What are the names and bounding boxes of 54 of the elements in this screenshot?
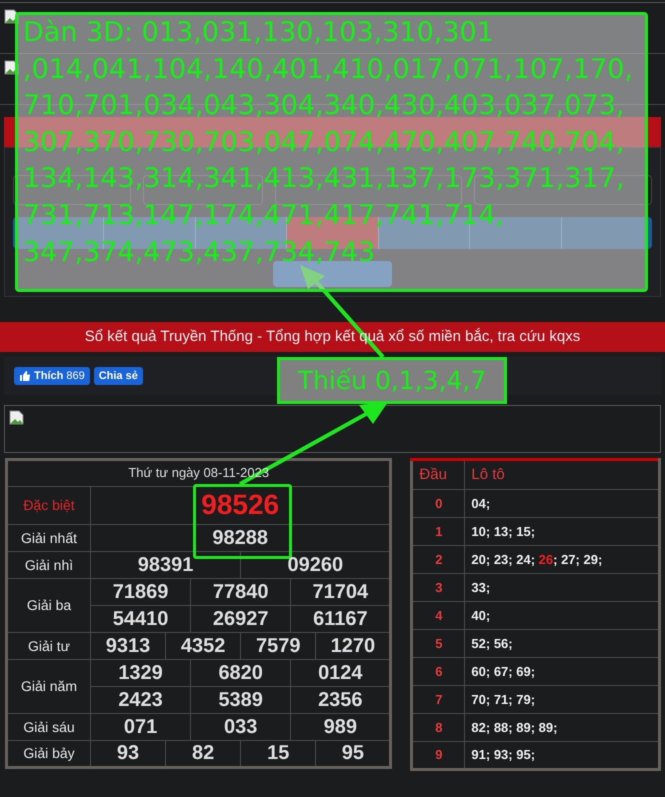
broken-image-icon bbox=[4, 9, 20, 25]
prize-number: 71869 bbox=[112, 580, 168, 602]
like-button[interactable]: Thích 869 bbox=[14, 367, 90, 385]
prize-number: 2356 bbox=[318, 688, 363, 710]
thumbs-up-icon bbox=[19, 370, 31, 382]
row-head: 4 bbox=[412, 602, 465, 630]
prize-name: Giải ba bbox=[26, 597, 72, 614]
broken-image-icon bbox=[9, 410, 25, 426]
broken-image-icon bbox=[4, 60, 20, 76]
prize-number: 1270 bbox=[330, 634, 376, 656]
prize-number: 95 bbox=[342, 742, 364, 764]
prize-name: Giải bảy bbox=[23, 745, 75, 762]
row-head: 2 bbox=[412, 546, 465, 574]
column-header: Đầu bbox=[412, 460, 465, 490]
prize-number: 77840 bbox=[212, 580, 268, 602]
prize-name: Giải năm bbox=[20, 678, 78, 694]
row-head: 1 bbox=[412, 518, 465, 546]
row-head: 5 bbox=[412, 630, 465, 658]
prize-number: 0124 bbox=[318, 662, 363, 684]
prize-number: 71704 bbox=[312, 580, 368, 602]
prize-number: 989 bbox=[324, 716, 357, 738]
prize-number: 5389 bbox=[218, 688, 263, 710]
prize-number: 15 bbox=[267, 742, 290, 764]
prize-number: 09260 bbox=[287, 554, 344, 576]
prize-number: 98288 bbox=[212, 526, 268, 548]
prize-number: 61167 bbox=[313, 608, 368, 630]
prize-name: Giải nhất bbox=[20, 530, 78, 546]
prize-number: 033 bbox=[224, 716, 258, 738]
prize-name: Giải tư bbox=[28, 638, 70, 654]
share-button[interactable]: Chia sẻ bbox=[94, 367, 143, 385]
prize-name: Đặc biệt bbox=[23, 497, 75, 514]
prize-number: 4352 bbox=[180, 634, 226, 656]
prize-name: Giải nhì bbox=[24, 556, 74, 573]
prize-number: 54410 bbox=[112, 608, 168, 630]
prize-number: 82 bbox=[192, 742, 214, 764]
row-head: 0 bbox=[412, 490, 465, 518]
row-head: 6 bbox=[412, 658, 465, 686]
prize-number: 2423 bbox=[118, 688, 163, 710]
callout-note: Thiếu 0,1,3,4,7 bbox=[277, 357, 507, 404]
prize-number: 1329 bbox=[118, 662, 163, 684]
prize-name: Giải sáu bbox=[23, 718, 75, 735]
prize-number: 93 bbox=[116, 742, 140, 764]
prize-number: 26927 bbox=[212, 608, 268, 630]
prize-number: 7579 bbox=[256, 634, 300, 656]
row-head: 7 bbox=[412, 686, 465, 714]
annotation-note: Dàn 3D: 013,031,130,103,310,301 ,014,041,104,140,401,410,017,071,107,170,710,701,034,043,304,340,430,403,037,073,307,370,730,703,047,074,470,407,740,704,134,143,314,341,413,431,137,173,371,317,731,713,147,174,471,417,741,714, 347,374,473,437,734,743 bbox=[15, 12, 648, 292]
row-head: 3 bbox=[412, 574, 465, 602]
prize-number: 071 bbox=[124, 716, 158, 738]
prize-number: 98526 bbox=[201, 489, 280, 520]
range-tab[interactable] bbox=[560, 217, 652, 249]
prize-number: 6820 bbox=[218, 662, 263, 684]
row-head: 8 bbox=[412, 714, 465, 742]
prize-number: 98391 bbox=[138, 554, 194, 576]
prize-number: 9313 bbox=[106, 634, 150, 656]
